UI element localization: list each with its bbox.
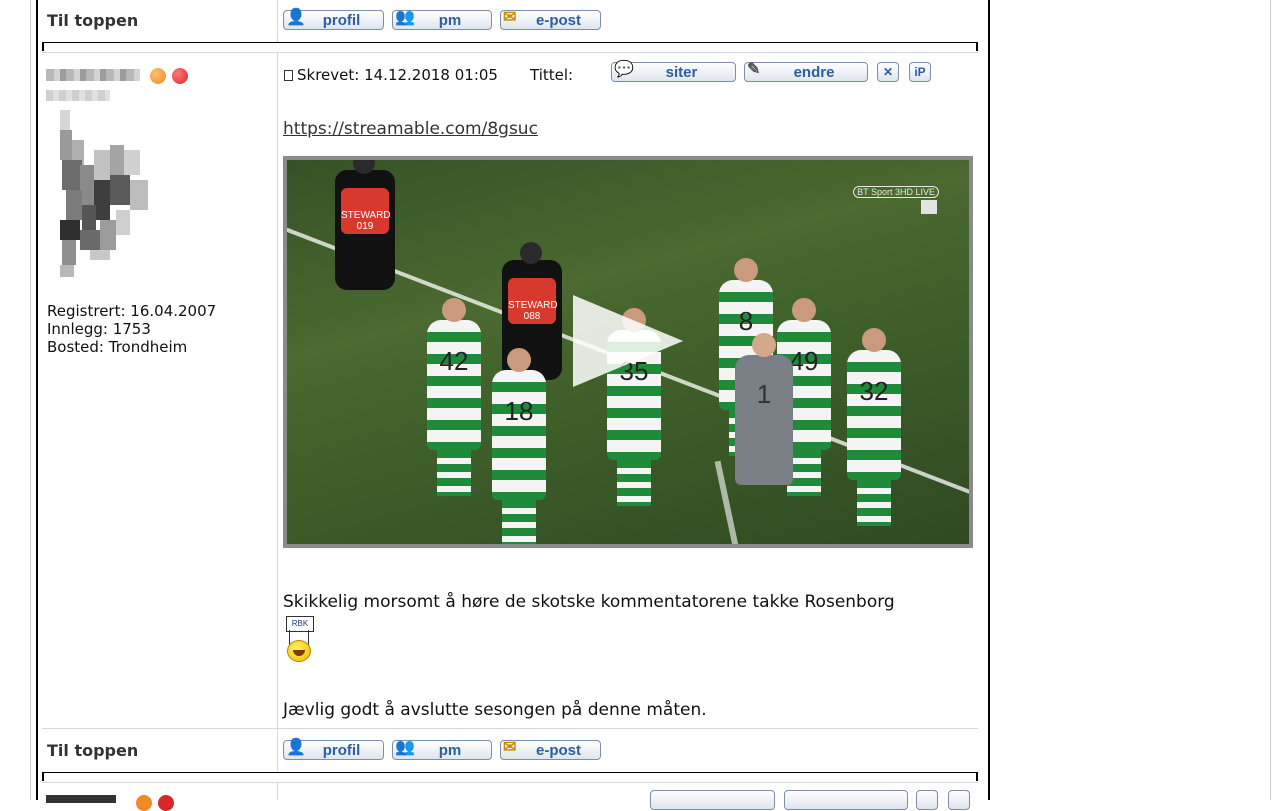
broadcaster-logo: BT Sport 3HD LIVE bbox=[853, 186, 939, 198]
streamable-link[interactable]: https://streamable.com/8gsuc bbox=[283, 119, 538, 139]
avatar bbox=[60, 110, 148, 277]
steward-figure: STEWARD 019 bbox=[335, 160, 395, 290]
post-count: Innlegg: 1753 bbox=[47, 320, 151, 338]
rbk-smiley-icon: RBK bbox=[286, 616, 314, 664]
edit-button[interactable]: ✎ endre bbox=[744, 61, 868, 82]
player-figure: 32 bbox=[847, 328, 901, 526]
private-message-button[interactable]: 👥 pm bbox=[392, 739, 492, 760]
ip-button[interactable]: iP bbox=[909, 62, 931, 82]
live-indicator bbox=[921, 200, 937, 214]
user-icon: 👤 bbox=[286, 9, 306, 26]
goalkeeper-figure: 1 bbox=[735, 333, 793, 485]
player-figure: 18 bbox=[492, 348, 546, 544]
post-title-label: Tittel: bbox=[530, 66, 574, 84]
profile-button[interactable]: 👤 profil bbox=[283, 9, 384, 30]
video-player[interactable]: STEWARD 019 STEWARD 088 42 18 35 8 49 32… bbox=[283, 156, 973, 548]
author-meta: Registrert: 16.04.2007 Innlegg: 1753 Bos… bbox=[47, 302, 216, 356]
post-document-icon[interactable] bbox=[284, 70, 293, 81]
email-button[interactable]: ✉ e-post bbox=[500, 739, 601, 760]
column-divider bbox=[277, 729, 278, 771]
private-message-button[interactable]: 👥 pm bbox=[392, 9, 492, 30]
next-post-username[interactable] bbox=[46, 795, 116, 803]
row-line bbox=[42, 782, 978, 783]
edit-paper-icon: ✎ bbox=[747, 61, 761, 78]
close-icon: ✕ bbox=[882, 65, 894, 79]
users-icon: 👥 bbox=[395, 739, 415, 756]
author-username-blurred[interactable] bbox=[46, 69, 140, 81]
status-red-icon bbox=[158, 795, 174, 811]
quote-button[interactable] bbox=[650, 790, 775, 810]
column-divider bbox=[277, 53, 278, 728]
column-divider bbox=[277, 783, 278, 800]
delete-button[interactable] bbox=[916, 790, 938, 810]
envelope-icon: ✉ bbox=[503, 9, 517, 26]
registered-date: Registrert: 16.04.2007 bbox=[47, 302, 217, 320]
post-text-paragraph: Skikkelig morsomt å høre de skotske komm… bbox=[283, 592, 895, 612]
location: Bosted: Trondheim bbox=[47, 338, 188, 356]
email-button[interactable]: ✉ e-post bbox=[500, 9, 601, 30]
profile-button[interactable]: 👤 profil bbox=[283, 739, 384, 760]
speech-bubble-icon: 💬 bbox=[614, 61, 634, 78]
video-frame[interactable]: STEWARD 019 STEWARD 088 42 18 35 8 49 32… bbox=[287, 160, 969, 544]
page-left-border bbox=[30, 0, 31, 800]
page-right-border bbox=[1270, 0, 1271, 800]
quote-button[interactable]: 💬 siter bbox=[611, 61, 736, 82]
row-line bbox=[42, 728, 978, 729]
status-red-icon bbox=[172, 68, 188, 84]
envelope-icon: ✉ bbox=[503, 739, 517, 756]
back-to-top-link[interactable]: Til toppen bbox=[47, 741, 138, 760]
play-icon[interactable] bbox=[573, 295, 683, 387]
author-rank-blurred bbox=[46, 90, 110, 101]
back-to-top-link[interactable]: Til toppen bbox=[47, 11, 138, 30]
row-line bbox=[42, 52, 978, 53]
post-header: Skrevet: 14.12.2018 01:05 bbox=[284, 66, 498, 84]
delete-button[interactable]: ✕ bbox=[877, 62, 899, 82]
edit-button[interactable] bbox=[784, 790, 908, 810]
post-text-paragraph: Jævlig godt å avslutte sesongen på denne… bbox=[283, 700, 707, 720]
post-date: Skrevet: 14.12.2018 01:05 bbox=[297, 66, 498, 84]
status-orange-icon bbox=[150, 68, 166, 84]
status-orange-icon bbox=[136, 795, 152, 811]
column-divider bbox=[277, 0, 278, 42]
user-icon: 👤 bbox=[286, 739, 306, 756]
player-figure: 42 bbox=[427, 298, 481, 496]
ip-button[interactable] bbox=[948, 790, 970, 810]
users-icon: 👥 bbox=[395, 9, 415, 26]
